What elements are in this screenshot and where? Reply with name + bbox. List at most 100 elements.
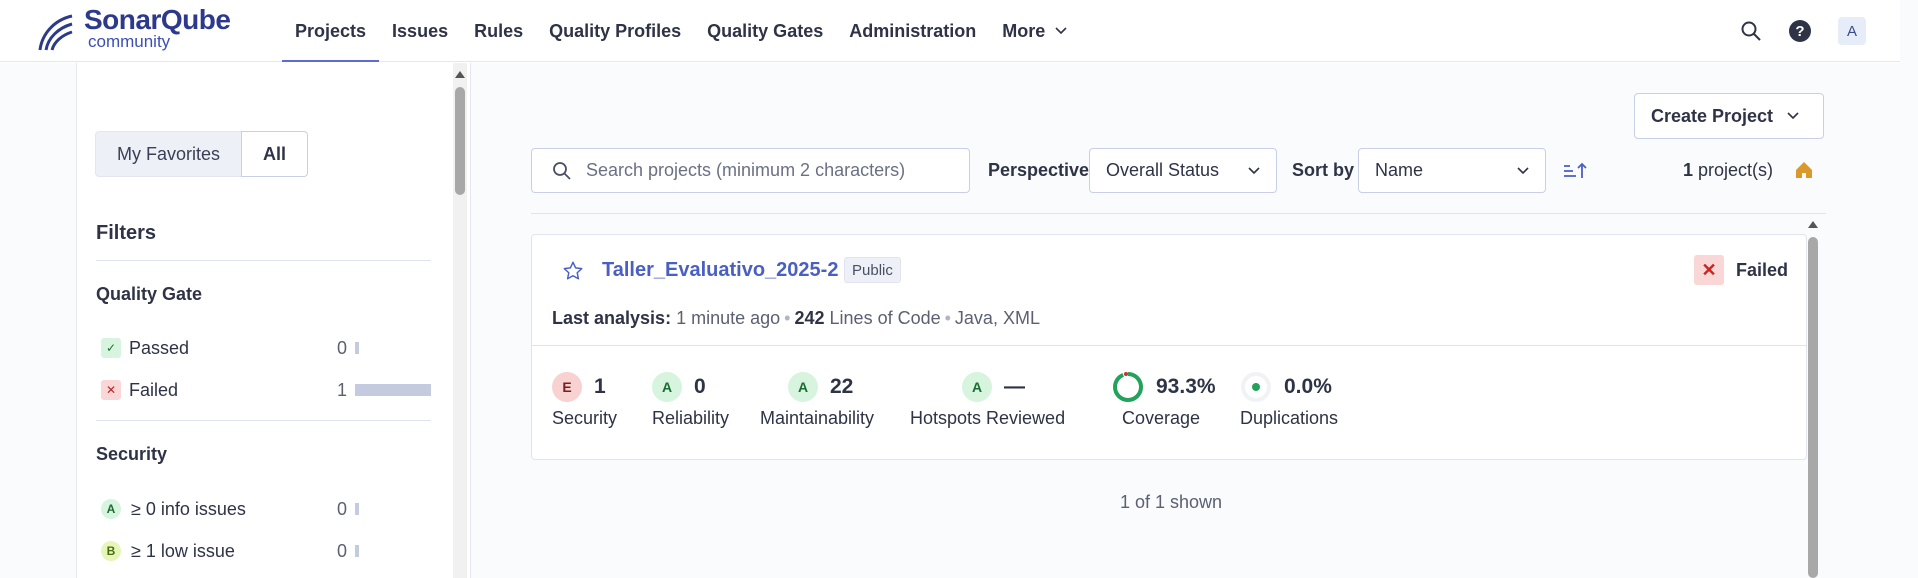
help-icon: ? xyxy=(1789,20,1811,42)
loc-value: 242 xyxy=(794,308,825,328)
filter-bar xyxy=(355,384,431,396)
filter-count: 0 xyxy=(336,540,347,561)
logo-subtitle: community xyxy=(88,32,171,51)
project-name-link[interactable]: Taller_Evaluativo_2025-2 xyxy=(602,259,838,282)
nav-administration[interactable]: Administration xyxy=(836,0,989,62)
project-count: 1 project(s) xyxy=(1683,160,1773,181)
search-icon[interactable] xyxy=(1740,0,1762,62)
sidebar-scrollbar[interactable] xyxy=(453,63,467,578)
divider xyxy=(96,420,431,421)
avatar: A xyxy=(1838,17,1866,45)
last-analysis-label: Last analysis: xyxy=(552,308,672,328)
sonarqube-logo[interactable]: SonarQube community xyxy=(34,4,234,54)
sortby-value: Name xyxy=(1375,160,1424,180)
filter-bar xyxy=(355,342,431,354)
chevron-down-icon xyxy=(1055,24,1067,38)
user-menu-button[interactable]: A xyxy=(1838,0,1866,62)
nav-more[interactable]: More xyxy=(989,0,1080,62)
chevron-down-icon xyxy=(1248,164,1260,178)
search-input[interactable] xyxy=(586,160,966,181)
metric-value: 93.3% xyxy=(1156,375,1216,398)
divider xyxy=(96,260,431,261)
rating-a-badge: A xyxy=(962,372,992,402)
sortby-select[interactable]: Name xyxy=(1358,148,1546,193)
filter-label: Failed xyxy=(129,379,179,400)
scrollbar-thumb[interactable] xyxy=(1808,237,1818,578)
nav-quality-gates[interactable]: Quality Gates xyxy=(694,0,836,62)
results-shown: 1 of 1 shown xyxy=(1120,492,1223,512)
rating-a-badge: A xyxy=(101,499,121,519)
divider xyxy=(531,213,1826,214)
filter-security-a[interactable]: A ≥ 0 info issues 0 xyxy=(101,494,431,524)
main-nav: Projects Issues Rules Quality Profiles Q… xyxy=(282,0,1080,62)
metric-maintainability[interactable]: A 22 Maintainability xyxy=(760,372,874,429)
metric-security[interactable]: E 1 Security xyxy=(552,372,617,429)
metric-label: Security xyxy=(552,408,618,428)
nav-issues[interactable]: Issues xyxy=(379,0,461,62)
nav-more-label: More xyxy=(1002,20,1046,41)
passed-check-icon: ✓ xyxy=(101,338,121,358)
project-card: Taller_Evaluativo_2025-2 Public ✕ Failed… xyxy=(531,234,1807,460)
quality-gate-section-title: Quality Gate xyxy=(96,284,203,304)
project-count-number: 1 xyxy=(1683,160,1694,180)
home-icon[interactable] xyxy=(1794,160,1814,180)
metric-value: 1 xyxy=(594,375,606,398)
project-search[interactable] xyxy=(531,148,970,193)
nav-projects[interactable]: Projects xyxy=(282,0,380,62)
coverage-ring-icon xyxy=(1113,372,1143,402)
failed-x-icon: ✕ xyxy=(1693,255,1724,285)
security-section-title: Security xyxy=(96,444,168,464)
window-edge xyxy=(1900,0,1918,578)
languages: Java, XML xyxy=(954,308,1040,328)
top-navbar: SonarQube community Projects Issues Rule… xyxy=(0,0,1900,62)
filter-quality-gate-failed[interactable]: ✕ Failed 1 xyxy=(101,375,431,405)
create-project-button[interactable]: Create Project xyxy=(1634,93,1824,139)
scroll-up-arrow-icon[interactable] xyxy=(1808,221,1818,228)
metric-label: Duplications xyxy=(1240,408,1339,428)
filter-security-b[interactable]: B ≥ 1 low issue 0 xyxy=(101,536,431,566)
filter-label: ≥ 1 low issue xyxy=(131,540,235,561)
filter-count: 1 xyxy=(336,379,347,400)
metric-label: Maintainability xyxy=(760,408,875,428)
project-count-suffix: project(s) xyxy=(1693,160,1774,180)
all-button[interactable]: All xyxy=(241,131,309,177)
last-analysis-value: 1 minute ago xyxy=(676,308,781,328)
analysis-meta: Last analysis: 1 minute ago • 242 Lines of… xyxy=(552,308,1040,328)
sonar-waves-icon xyxy=(38,14,73,51)
metric-coverage[interactable]: 93.3% Coverage xyxy=(1112,372,1216,429)
metric-reliability[interactable]: A 0 Reliability xyxy=(652,372,729,429)
metric-hotspots-reviewed[interactable]: A — Hotspots Reviewed xyxy=(910,372,1065,429)
filters-title: Filters xyxy=(96,222,157,244)
quality-gate-status: ✕ Failed xyxy=(1693,255,1788,285)
filter-bar xyxy=(355,503,431,515)
nav-rules[interactable]: Rules xyxy=(461,0,536,62)
quality-gate-status-label: Failed xyxy=(1735,259,1788,280)
main-scrollbar[interactable] xyxy=(1806,216,1820,578)
metric-value: — xyxy=(1004,375,1025,398)
nav-quality-profiles[interactable]: Quality Profiles xyxy=(536,0,694,62)
star-icon[interactable] xyxy=(562,260,584,282)
rating-b-badge: B xyxy=(101,541,121,561)
rating-a-badge: A xyxy=(652,372,682,402)
metric-duplications[interactable]: 0.0% Duplications xyxy=(1240,372,1338,429)
chevron-down-icon xyxy=(1787,109,1799,123)
filter-bar xyxy=(355,545,431,557)
perspective-select[interactable]: Overall Status xyxy=(1089,148,1277,193)
perspective-label: Perspective xyxy=(988,160,1090,180)
loc-label: Lines of Code xyxy=(829,308,941,328)
duplications-ring-icon xyxy=(1241,372,1271,402)
my-favorites-button[interactable]: My Favorites xyxy=(95,131,242,177)
help-button[interactable]: ? xyxy=(1789,0,1811,62)
filter-quality-gate-passed[interactable]: ✓ Passed 0 xyxy=(101,333,431,363)
sort-direction-icon[interactable] xyxy=(1562,160,1588,182)
chevron-down-icon xyxy=(1517,164,1529,178)
create-project-label: Create Project xyxy=(1651,105,1774,126)
perspective-value: Overall Status xyxy=(1106,160,1220,180)
filter-label: ≥ 0 info issues xyxy=(131,498,246,519)
failed-x-icon: ✕ xyxy=(101,380,121,400)
scroll-up-arrow-icon[interactable] xyxy=(455,71,465,78)
rating-a-badge: A xyxy=(788,372,818,402)
scrollbar-thumb[interactable] xyxy=(455,87,465,195)
sortby-label: Sort by xyxy=(1292,160,1355,180)
metric-value: 22 xyxy=(830,375,854,398)
